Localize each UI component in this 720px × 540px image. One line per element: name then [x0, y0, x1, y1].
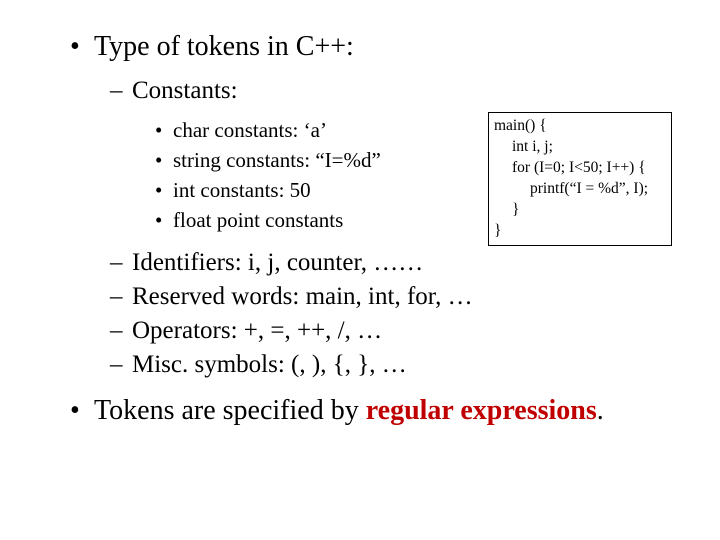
code-line: main() {	[494, 116, 666, 137]
text: Type of tokens in C++:	[94, 31, 354, 62]
bullet-type-of-tokens: •Type of tokens in C++:	[70, 30, 354, 64]
bullet-dot-icon: •	[155, 148, 173, 173]
bullet-string-constants: •string constants: “I=%d”	[155, 148, 381, 173]
bullet-char-constants: •char constants: ‘a’	[155, 118, 327, 143]
text: Reserved words: main, int, for, …	[132, 283, 473, 310]
bullet-dot-icon: •	[155, 118, 173, 143]
dash-icon: –	[110, 350, 132, 380]
bullet-tokens-regex: •Tokens are specified by regular express…	[70, 394, 630, 428]
bullet-int-constants: •int constants: 50	[155, 178, 311, 203]
text: Identifiers: i, j, counter, ……	[132, 249, 423, 276]
bullet-dot-icon: •	[70, 394, 94, 428]
code-sample-box: main() { int i, j; for (I=0; I<50; I++) …	[488, 112, 672, 246]
bullet-dot-icon: •	[155, 178, 173, 203]
code-line: for (I=0; I<50; I++) {	[494, 158, 666, 179]
text: Misc. symbols: (, ), {, }, …	[132, 351, 407, 378]
code-line: int i, j;	[494, 137, 666, 158]
text: Operators: +, =, ++, /, …	[132, 317, 382, 344]
text: char constants: ‘a’	[173, 118, 327, 142]
bullet-reserved-words: –Reserved words: main, int, for, …	[110, 282, 473, 312]
slide: •Type of tokens in C++: –Constants: •cha…	[0, 0, 720, 540]
bullet-float-constants: •float point constants	[155, 208, 343, 233]
text-period: .	[597, 395, 604, 426]
bullet-dot-icon: •	[70, 30, 94, 64]
bullet-operators: –Operators: +, =, ++, /, …	[110, 316, 382, 346]
dash-icon: –	[110, 76, 132, 106]
text-prefix: Tokens are specified by	[94, 395, 366, 426]
bullet-identifiers: –Identifiers: i, j, counter, ……	[110, 248, 423, 278]
text: Constants:	[132, 77, 238, 104]
text: int constants: 50	[173, 178, 311, 202]
text-regular-expressions: regular expressions	[366, 395, 597, 426]
dash-icon: –	[110, 248, 132, 278]
dash-icon: –	[110, 282, 132, 312]
text: float point constants	[173, 208, 343, 232]
bullet-misc-symbols: –Misc. symbols: (, ), {, }, …	[110, 350, 407, 380]
code-line: }	[494, 221, 666, 242]
bullet-constants: –Constants:	[110, 76, 238, 106]
dash-icon: –	[110, 316, 132, 346]
text: string constants: “I=%d”	[173, 148, 381, 172]
code-line: }	[494, 200, 666, 221]
bullet-dot-icon: •	[155, 208, 173, 233]
code-line: printf(“I = %d”, I);	[494, 179, 666, 200]
